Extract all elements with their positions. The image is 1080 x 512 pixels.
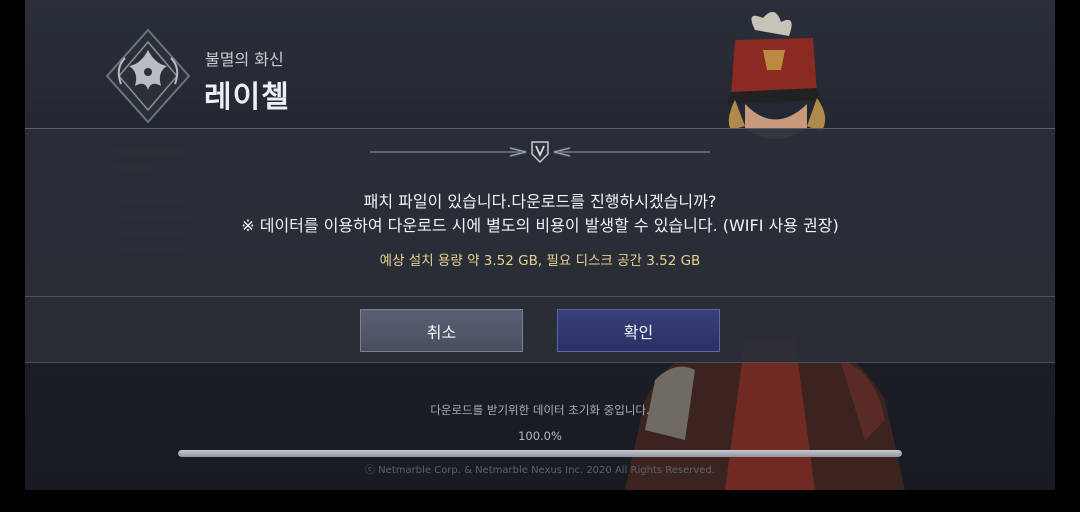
game-screen: 불멸의 화신 레이첼 패치 파일이 있습니다.다운로드를 진행하시겠습니까? ※…	[25, 0, 1055, 490]
install-size-info: 예상 설치 용량 약 3.52 GB, 필요 디스크 공간 3.52 GB	[379, 253, 701, 269]
winged-crest-icon	[105, 28, 191, 124]
cancel-button[interactable]: 취소	[360, 309, 523, 352]
shield-emblem-icon	[370, 141, 710, 164]
patch-message: 패치 파일이 있습니다.다운로드를 진행하시겠습니까?	[363, 192, 717, 211]
progress-bar	[178, 450, 902, 457]
data-usage-warning: ※ 데이터를 이용하여 다운로드 시에 별도의 비용이 발생할 수 있습니다. …	[241, 216, 839, 235]
loading-status-text: 다운로드를 받기위한 데이터 초기화 중입니다.	[430, 403, 650, 417]
character-subtitle: 불멸의 화신	[205, 50, 284, 69]
patch-download-dialog: 패치 파일이 있습니다.다운로드를 진행하시겠습니까? ※ 데이터를 이용하여 …	[25, 128, 1055, 363]
copyright-text: ⓒ Netmarble Corp. & Netmarble Nexus Inc.…	[365, 465, 715, 476]
progress-fill	[178, 450, 902, 457]
character-name: 레이첼	[204, 80, 290, 115]
progress-percent: 100.0%	[518, 429, 562, 443]
confirm-button[interactable]: 확인	[557, 309, 720, 352]
dialog-divider	[25, 296, 1055, 297]
